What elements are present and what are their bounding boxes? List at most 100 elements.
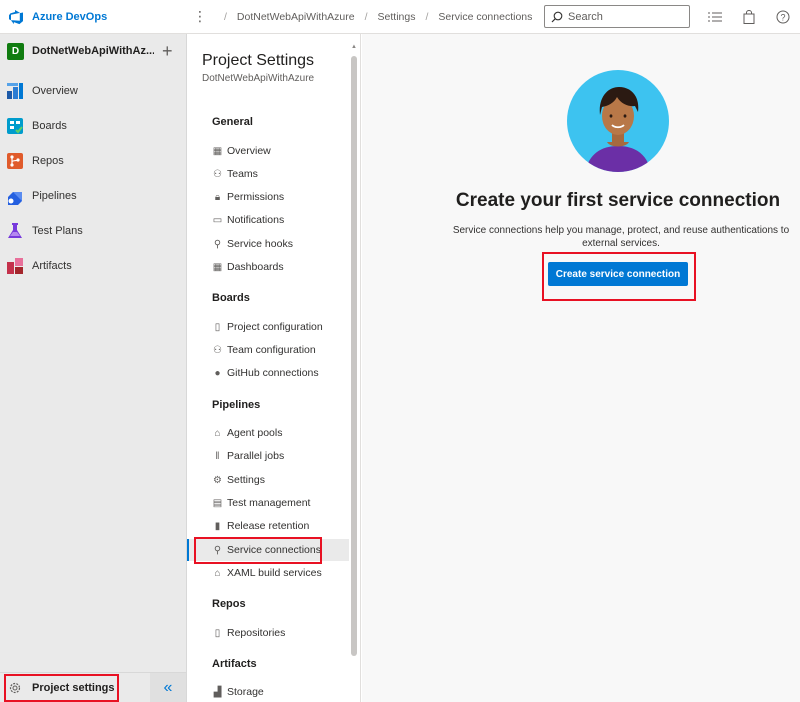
nav-item-overview[interactable]: Overview bbox=[0, 73, 186, 108]
svg-text:?: ? bbox=[780, 12, 785, 22]
project-settings-label: Project settings bbox=[32, 681, 115, 694]
settings-item-label: Notifications bbox=[227, 214, 285, 226]
add-icon[interactable]: + bbox=[162, 42, 173, 60]
help-icon-svg: ? bbox=[776, 10, 790, 23]
project-settings-button[interactable]: Project settings bbox=[0, 673, 150, 702]
breadcrumb-separator: / bbox=[364, 10, 368, 23]
settings-item-overview[interactable]: ▦ Overview bbox=[187, 140, 349, 162]
build-icon: ⌂ bbox=[214, 567, 221, 579]
breadcrumb-service-connections[interactable]: Service connections bbox=[438, 11, 532, 23]
settings-item-team-configuration[interactable]: ⚇ Team configuration bbox=[187, 339, 349, 361]
settings-item-label: Service hooks bbox=[227, 238, 293, 250]
settings-scrollbar[interactable]: ▲ bbox=[350, 44, 358, 702]
teams-icon: ⚇ bbox=[213, 168, 222, 180]
storage-chart-icon: ▟ bbox=[213, 686, 222, 698]
section-heading-artifacts: Artifacts bbox=[212, 658, 257, 670]
section-heading-boards: Boards bbox=[212, 292, 250, 304]
boards-icon bbox=[7, 117, 23, 134]
nav-item-boards[interactable]: Boards bbox=[0, 108, 186, 143]
breadcrumb-separator: / bbox=[224, 10, 227, 23]
breadcrumb-separator: / bbox=[425, 10, 429, 23]
selection-indicator bbox=[187, 539, 189, 561]
search-input[interactable] bbox=[568, 10, 678, 23]
settings-item-xaml-build-services[interactable]: ⌂ XAML build services bbox=[187, 562, 349, 584]
section-heading-general: General bbox=[212, 116, 253, 128]
settings-item-dashboards[interactable]: ▦ Dashboards bbox=[187, 256, 349, 278]
artifacts-icon bbox=[7, 257, 23, 274]
settings-item-label: Storage bbox=[227, 686, 264, 698]
search-box[interactable] bbox=[544, 5, 690, 28]
settings-item-label: Agent pools bbox=[227, 427, 283, 439]
nav-label-repos: Repos bbox=[32, 154, 64, 167]
nav-item-artifacts[interactable]: Artifacts bbox=[0, 248, 186, 283]
person-avatar-illustration bbox=[567, 70, 669, 172]
document-icon: ▯ bbox=[214, 321, 221, 333]
empty-state-title: Create your first service connection bbox=[455, 190, 781, 211]
overview-grid-icon: ▦ bbox=[212, 145, 223, 157]
nav-label-pipelines: Pipelines bbox=[32, 189, 77, 202]
section-heading-pipelines: Pipelines bbox=[212, 399, 261, 411]
settings-item-repositories[interactable]: ▯ Repositories bbox=[187, 622, 349, 644]
repository-icon: ▯ bbox=[214, 627, 221, 639]
settings-item-label: Settings bbox=[227, 474, 265, 486]
nav-label-overview: Overview bbox=[32, 84, 78, 97]
settings-item-parallel-jobs[interactable]: ‖ Parallel jobs bbox=[187, 445, 349, 467]
task-list-icon[interactable] bbox=[698, 0, 732, 34]
settings-item-label: Release retention bbox=[227, 520, 310, 532]
left-navigation: D DotNetWebApiWithAz... + Overview Board… bbox=[0, 34, 187, 702]
settings-item-project-configuration[interactable]: ▯ Project configuration bbox=[187, 316, 349, 338]
notification-icon: ▭ bbox=[212, 214, 223, 226]
plug-icon: ⚲ bbox=[213, 544, 222, 556]
scroll-up-arrow-icon[interactable]: ▲ bbox=[350, 44, 358, 52]
settings-item-release-retention[interactable]: ▮ Release retention bbox=[187, 515, 349, 537]
nav-item-test-plans[interactable]: Test Plans bbox=[0, 213, 186, 248]
settings-item-service-connections[interactable]: ⚲ Service connections bbox=[187, 539, 349, 561]
pipelines-icon bbox=[8, 191, 22, 205]
settings-item-label: Service connections bbox=[227, 544, 321, 556]
marketplace-bag-icon[interactable] bbox=[732, 0, 766, 34]
bag-icon-svg bbox=[743, 9, 755, 24]
breadcrumb-settings[interactable]: Settings bbox=[378, 11, 416, 23]
settings-gear-icon: ⚙ bbox=[213, 474, 222, 486]
empty-state-description: Service connections help you manage, pro… bbox=[452, 225, 790, 249]
settings-item-github-connections[interactable]: ● GitHub connections bbox=[187, 362, 349, 384]
repos-icon bbox=[7, 152, 23, 169]
settings-item-label: Team configuration bbox=[227, 344, 316, 356]
settings-item-notifications[interactable]: ▭ Notifications bbox=[187, 209, 349, 231]
collapse-nav-button[interactable]: « bbox=[150, 672, 186, 702]
project-name[interactable]: DotNetWebApiWithAz... bbox=[32, 45, 154, 57]
brand[interactable]: Azure DevOps bbox=[0, 9, 186, 25]
nav-item-pipelines[interactable]: Pipelines bbox=[0, 178, 186, 213]
dashboard-icon: ▦ bbox=[212, 261, 223, 273]
settings-item-storage[interactable]: ▟ Storage bbox=[187, 681, 349, 702]
nav-item-repos[interactable]: Repos bbox=[0, 143, 186, 178]
create-service-connection-button[interactable]: Create service connection bbox=[548, 262, 688, 286]
azure-devops-logo-icon bbox=[9, 9, 23, 24]
settings-item-label: Project configuration bbox=[227, 321, 323, 333]
settings-item-test-management[interactable]: ▤ Test management bbox=[187, 492, 349, 514]
settings-item-agent-pools[interactable]: ⌂ Agent pools bbox=[187, 422, 349, 444]
test-management-icon: ▤ bbox=[212, 497, 223, 509]
help-icon[interactable]: ? bbox=[766, 0, 800, 34]
more-options-icon[interactable]: ⋮ bbox=[186, 8, 214, 25]
settings-item-settings[interactable]: ⚙ Settings bbox=[187, 469, 349, 491]
settings-item-permissions[interactable]: 🔒︎ Permissions bbox=[187, 186, 349, 208]
settings-item-label: Permissions bbox=[227, 191, 285, 203]
settings-title: Project Settings bbox=[202, 52, 315, 69]
settings-item-label: Parallel jobs bbox=[227, 450, 285, 462]
project-header[interactable]: D DotNetWebApiWithAz... + bbox=[0, 34, 186, 68]
settings-item-service-hooks[interactable]: ⚲ Service hooks bbox=[187, 233, 349, 255]
settings-item-teams[interactable]: ⚇ Teams bbox=[187, 163, 349, 185]
double-chevron-left-icon: « bbox=[163, 678, 173, 696]
breadcrumb-project[interactable]: DotNetWebApiWithAzure bbox=[237, 11, 355, 23]
overview-icon bbox=[7, 82, 23, 99]
agent-pool-icon: ⌂ bbox=[214, 427, 221, 439]
search-icon bbox=[551, 11, 563, 22]
settings-item-label: Teams bbox=[227, 168, 258, 180]
main-content: Create your first service connection Ser… bbox=[362, 34, 800, 702]
settings-item-label: Dashboards bbox=[227, 261, 284, 273]
settings-item-label: XAML build services bbox=[227, 567, 322, 579]
nav-label-test-plans: Test Plans bbox=[32, 224, 83, 237]
scroll-thumb[interactable] bbox=[351, 56, 357, 656]
settings-item-label: GitHub connections bbox=[227, 367, 319, 379]
